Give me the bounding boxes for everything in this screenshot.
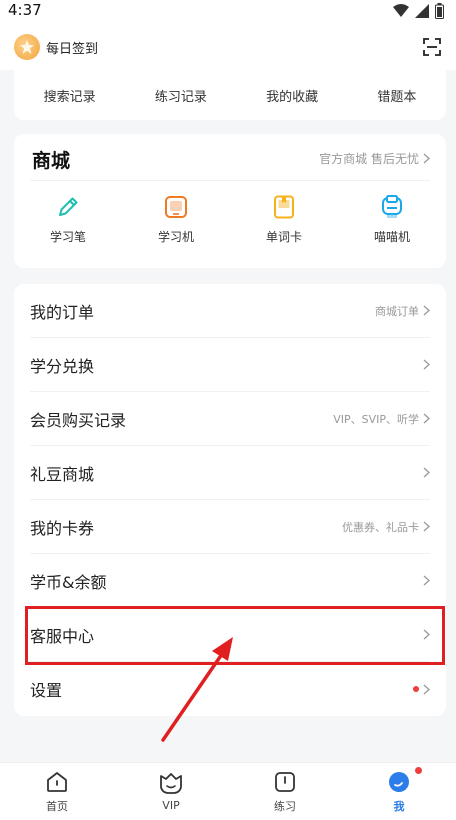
mistakes-book-link[interactable]: 错题本 [377, 86, 416, 105]
menu-item-label: 学分兑换 [30, 356, 95, 376]
menu-item-right [419, 629, 430, 640]
shop-item-pen[interactable]: 学习笔 [18, 194, 118, 245]
status-bar: 4:37 [0, 0, 456, 24]
menu-item-hint: 商城订单 [375, 304, 419, 318]
signal-icon [415, 4, 429, 18]
scan-icon [423, 38, 441, 56]
practice-history-link[interactable]: 练习记录 [155, 86, 207, 105]
menu-item-coins-balance[interactable]: 学币&余额 [30, 554, 430, 608]
practice-book-icon [275, 771, 295, 792]
menu-card: 我的订单 商城订单 学分兑换 会员购买记录 VIP、SVIP、听学 礼豆商城 我… [14, 284, 446, 716]
tab-label: 练习 [274, 799, 296, 813]
menu-item-hint: 优惠券、礼品卡 [342, 520, 419, 534]
menu-item-label: 我的卡券 [30, 518, 95, 538]
tab-label: 我 [393, 799, 405, 813]
menu-item-hint: VIP、SVIP、听学 [333, 412, 419, 426]
shop-items: 学习笔 学习机 单词卡 喵喵机 [14, 194, 446, 245]
menu-item-label: 礼豆商城 [30, 464, 95, 484]
tab-notification-dot [415, 767, 422, 774]
chevron-right-icon [423, 305, 430, 316]
menu-item-settings[interactable]: 设置 [30, 662, 430, 716]
chevron-right-icon [423, 629, 430, 640]
tab-label: VIP [162, 799, 180, 812]
menu-item-customer-service[interactable]: 客服中心 [30, 608, 430, 662]
shop-divider [30, 180, 430, 181]
notification-dot [413, 686, 419, 692]
bottom-tab-bar: 首页 VIP 练习 我 [0, 762, 456, 820]
menu-item-label: 学币&余额 [30, 572, 107, 592]
home-icon [47, 771, 67, 792]
shop-official-link[interactable]: 官方商城 售后无忧 [319, 150, 430, 167]
menu-item-membership-history[interactable]: 会员购买记录 VIP、SVIP、听学 [30, 392, 430, 446]
shop-item-label: 单词卡 [265, 230, 302, 244]
chevron-right-icon [423, 467, 430, 478]
me-profile-icon [389, 771, 409, 792]
menu-item-bean-mall[interactable]: 礼豆商城 [30, 446, 430, 500]
chevron-right-icon [423, 153, 430, 164]
vip-face-icon [160, 773, 182, 794]
records-card: 搜索记录 练习记录 我的收藏 错题本 [14, 70, 446, 120]
menu-item-coupons[interactable]: 我的卡券 优惠券、礼品卡 [30, 500, 430, 554]
menu-item-right: VIP、SVIP、听学 [333, 411, 430, 427]
shop-item-label: 学习笔 [49, 230, 86, 244]
tab-vip[interactable]: VIP [114, 763, 228, 820]
wifi-icon [393, 4, 409, 17]
menu-item-right: 优惠券、礼品卡 [342, 519, 430, 535]
menu-item-credit-exchange[interactable]: 学分兑换 [30, 338, 430, 392]
shop-card: 商城 官方商城 售后无忧 学习笔 学习机 单词卡 喵喵机 [14, 134, 446, 268]
tab-home[interactable]: 首页 [0, 763, 114, 820]
tab-me[interactable]: 我 [342, 763, 456, 820]
status-icons [393, 3, 444, 19]
tab-label: 首页 [46, 799, 68, 813]
chevron-right-icon [423, 684, 430, 694]
chevron-right-icon [423, 575, 430, 586]
card-icon [274, 195, 294, 219]
search-history-link[interactable]: 搜索记录 [44, 86, 96, 105]
chevron-right-icon [423, 359, 430, 370]
menu-item-right [419, 359, 430, 370]
menu-item-label: 客服中心 [30, 626, 95, 646]
shop-item-label: 喵喵机 [373, 230, 410, 244]
shop-item-label: 学习机 [157, 230, 194, 244]
menu-item-right: 商城订单 [375, 303, 430, 319]
shop-item-printer[interactable]: 喵喵机 [342, 194, 442, 245]
battery-icon [435, 3, 444, 19]
tablet-icon [165, 196, 187, 218]
checkin-label: 每日签到 [46, 41, 99, 57]
tab-practice[interactable]: 练习 [228, 763, 342, 820]
menu-item-label: 我的订单 [30, 302, 95, 322]
menu-item-label: 设置 [30, 681, 63, 700]
status-time: 4:37 [8, 1, 42, 19]
shop-item-wordcard[interactable]: 单词卡 [234, 194, 334, 245]
star-badge-icon [14, 34, 40, 60]
menu-item-right [419, 575, 430, 586]
chevron-right-icon [423, 413, 430, 424]
chevron-right-icon [423, 521, 430, 532]
shop-item-tablet[interactable]: 学习机 [126, 194, 226, 245]
menu-item-orders[interactable]: 我的订单 商城订单 [30, 284, 430, 338]
printer-icon [382, 195, 402, 218]
daily-checkin-button[interactable]: 每日签到 [14, 34, 98, 60]
shop-title: 商城 [32, 150, 71, 172]
pen-icon [59, 197, 78, 216]
menu-item-right [413, 684, 430, 695]
menu-item-label: 会员购买记录 [30, 410, 127, 430]
scan-button[interactable] [422, 37, 442, 61]
shop-subtitle: 官方商城 售后无忧 [319, 152, 419, 166]
menu-item-right [419, 467, 430, 478]
favorites-link[interactable]: 我的收藏 [266, 86, 318, 105]
top-header: 每日签到 [0, 24, 456, 70]
